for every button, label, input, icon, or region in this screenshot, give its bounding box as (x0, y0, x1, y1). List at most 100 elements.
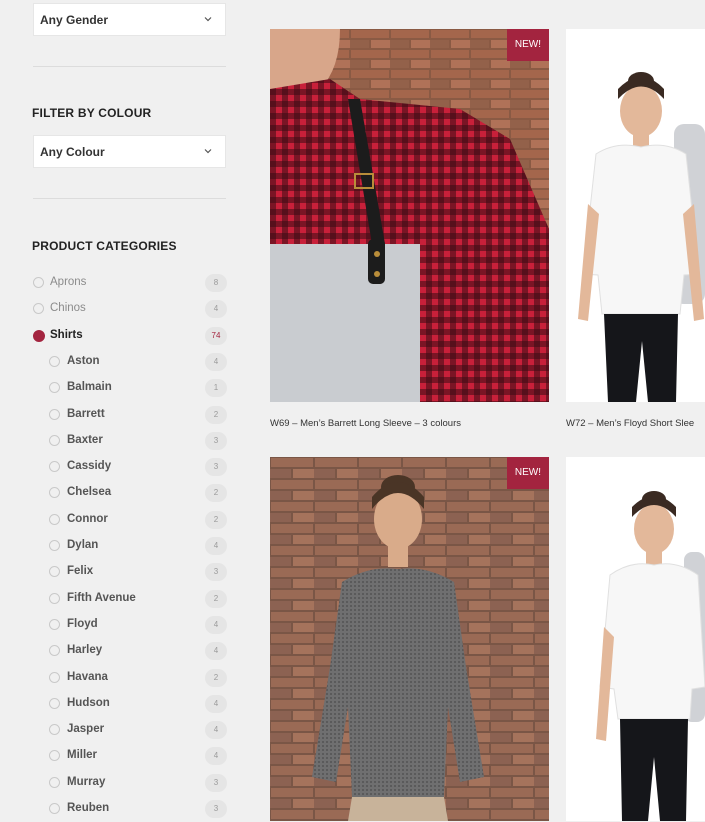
category-count-badge: 3 (205, 563, 227, 582)
product-image[interactable]: NEW! (270, 29, 549, 402)
category-count-badge: 2 (205, 510, 227, 529)
category-count-badge: 4 (205, 537, 227, 555)
category-item[interactable]: Cassidy 3 (0, 458, 245, 480)
category-item[interactable]: Hudson 4 (0, 694, 245, 717)
category-label: Aprons (50, 276, 87, 288)
product-image[interactable] (566, 457, 705, 821)
category-count-badge: 1 (205, 379, 227, 398)
category-count-badge: 2 (205, 589, 227, 608)
category-count-badge: 3 (205, 773, 227, 792)
radio-icon[interactable] (49, 434, 60, 446)
category-item[interactable]: Jasper 4 (0, 721, 245, 743)
category-item[interactable]: Havana 2 (0, 668, 245, 691)
radio-icon[interactable] (49, 697, 60, 709)
category-label: Miller (67, 749, 98, 762)
category-label: Fifth Avenue (67, 591, 136, 604)
category-label: Cassidy (67, 460, 112, 473)
radio-icon[interactable] (49, 671, 60, 683)
product-image[interactable] (566, 29, 705, 402)
category-label: Dylan (67, 539, 99, 551)
product-title[interactable]: W72 – Men’s Floyd Short Slee (566, 418, 694, 429)
category-item[interactable]: Reuben 3 (0, 800, 245, 822)
sidebar: Any Gender FILTER BY COLOUR Any Colour P… (0, 0, 245, 821)
category-label: Chelsea (67, 486, 112, 499)
category-count-badge: 8 (205, 274, 227, 292)
radio-icon[interactable] (33, 277, 44, 288)
radio-icon[interactable] (33, 303, 44, 315)
category-item[interactable]: Aston 4 (0, 352, 245, 375)
category-label: Balmain (67, 381, 112, 394)
category-label: Aston (67, 354, 100, 367)
divider (33, 66, 226, 67)
new-badge: NEW! (506, 457, 549, 489)
category-item[interactable]: Baxter 3 (0, 431, 245, 454)
radio-icon[interactable] (49, 487, 60, 499)
category-count-badge: 4 (205, 747, 227, 766)
category-item[interactable]: Murray 3 (0, 773, 245, 796)
radio-icon[interactable] (49, 355, 60, 367)
category-item[interactable]: Connor 2 (0, 510, 245, 533)
category-label: Hudson (67, 696, 110, 709)
category-count-badge: 2 (205, 405, 227, 424)
category-item[interactable]: Floyd 4 (0, 615, 245, 638)
category-item[interactable]: Felix 3 (0, 563, 245, 585)
category-item[interactable]: Shirts 74 (0, 326, 245, 349)
radio-icon[interactable] (49, 803, 60, 814)
product-title[interactable]: W69 – Men’s Barrett Long Sleeve – 3 colo… (270, 418, 461, 429)
category-item[interactable]: Miller 4 (0, 747, 245, 769)
category-label: Reuben (67, 802, 110, 814)
category-item[interactable]: Balmain 1 (0, 379, 245, 401)
radio-icon[interactable] (49, 618, 60, 630)
category-item[interactable]: Dylan 4 (0, 537, 245, 559)
colour-select-value: Any Colour (40, 145, 105, 159)
chevron-down-icon (204, 17, 212, 22)
radio-icon[interactable] (49, 750, 60, 762)
radio-icon[interactable] (49, 645, 60, 657)
radio-icon[interactable] (49, 513, 60, 525)
category-count-badge: 2 (205, 668, 227, 687)
colour-select[interactable]: Any Colour (33, 135, 226, 168)
category-item[interactable]: Fifth Avenue 2 (0, 589, 245, 612)
product-photo-white-shirt (566, 457, 705, 821)
gender-select[interactable]: Any Gender (33, 3, 226, 36)
category-count-badge: 2 (205, 484, 227, 503)
category-label: Barrett (67, 407, 105, 420)
product-photo-grey-shirt (270, 457, 549, 821)
radio-icon[interactable] (49, 566, 60, 578)
category-item[interactable]: Harley 4 (0, 642, 245, 664)
category-count-badge: 74 (205, 326, 227, 345)
category-item[interactable]: Chinos 4 (0, 300, 245, 322)
divider (33, 198, 226, 199)
category-label: Murray (67, 775, 106, 788)
gender-select-value: Any Gender (40, 13, 109, 27)
radio-icon[interactable] (49, 382, 60, 394)
radio-icon[interactable] (49, 408, 60, 420)
radio-icon[interactable] (49, 461, 60, 473)
radio-icon[interactable] (49, 776, 60, 788)
category-count-badge: 3 (205, 431, 227, 450)
category-count-badge: 4 (205, 300, 227, 319)
chevron-down-icon (204, 149, 212, 154)
category-item[interactable]: Chelsea 2 (0, 484, 245, 506)
category-count-badge: 4 (205, 721, 227, 740)
category-count-badge: 3 (205, 800, 227, 818)
category-label: Jasper (67, 723, 105, 736)
product-image[interactable]: NEW! (270, 457, 549, 821)
category-count-badge: 4 (205, 615, 227, 634)
new-badge: NEW! (506, 29, 549, 61)
radio-icon[interactable] (33, 329, 45, 342)
category-count-badge: 4 (205, 642, 227, 661)
radio-icon[interactable] (49, 592, 60, 604)
category-label: Shirts (50, 328, 83, 341)
radio-icon[interactable] (49, 540, 60, 551)
category-item[interactable]: Aprons 8 (0, 274, 245, 296)
categories-heading: PRODUCT CATEGORIES (32, 239, 177, 253)
category-item[interactable]: Barrett 2 (0, 405, 245, 428)
product-photo-white-shirt (566, 29, 705, 402)
category-label: Havana (67, 670, 108, 683)
radio-icon[interactable] (49, 724, 60, 736)
category-label: Harley (67, 644, 103, 657)
category-count-badge: 4 (205, 352, 227, 371)
category-label: Felix (67, 565, 94, 578)
product-photo-checked-shirt (270, 29, 549, 402)
